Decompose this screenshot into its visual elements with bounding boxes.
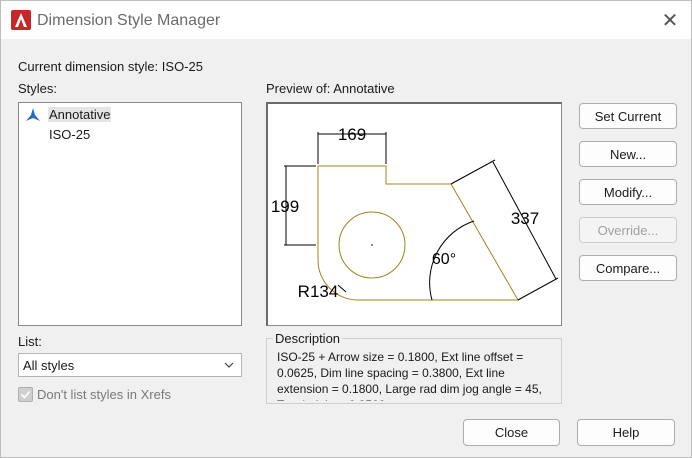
list-filter-value: All styles [23, 358, 75, 373]
annotative-icon [26, 108, 40, 121]
ext-line [517, 277, 559, 301]
set-current-button[interactable]: Set Current [579, 103, 677, 129]
modify-button[interactable]: Modify... [579, 179, 677, 205]
close-icon[interactable]: ✕ [659, 9, 681, 32]
current-style-label: Current dimension style: ISO-25 [18, 59, 203, 74]
ext-line [450, 159, 496, 185]
style-item-label: ISO-25 [49, 127, 91, 142]
list-label: List: [18, 334, 42, 349]
list-filter-select[interactable]: All styles [18, 353, 242, 377]
dim-text-left: 199 [271, 197, 299, 216]
close-button[interactable]: Close [463, 419, 560, 446]
styles-label: Styles: [18, 81, 58, 96]
description-legend: Description [273, 331, 343, 346]
autocad-logo-icon [11, 10, 31, 30]
title-bar: Dimension Style Manager ✕ [1, 1, 691, 39]
override-button[interactable]: Override... [579, 217, 677, 243]
part-outline [317, 165, 519, 301]
style-item-annotative[interactable]: Annotative [19, 105, 241, 125]
preview-label: Preview of: Annotative [266, 81, 395, 96]
new-button[interactable]: New... [579, 141, 677, 167]
xrefs-checkbox-label: Don't list styles in Xrefs [37, 387, 171, 402]
description-group: Description ISO-25 + Arrow size = 0.1800… [266, 331, 562, 404]
dim-text-angle: 60° [432, 251, 456, 268]
window-title: Dimension Style Manager [37, 12, 221, 29]
style-item-label: Annotative [48, 107, 112, 122]
leader-line [337, 284, 347, 293]
preview-drawing: 169 199 337 60° R134 [271, 125, 559, 301]
style-item-iso-25[interactable]: ISO-25 [19, 125, 241, 145]
dimension-style-manager-dialog: Dimension Style Manager ✕ Current dimens… [0, 0, 692, 458]
styles-list[interactable]: Annotative ISO-25 [18, 102, 242, 326]
dim-text-radius: R134 [298, 282, 339, 301]
dimension-preview: 169 199 337 60° R134 [266, 102, 562, 326]
xrefs-checkbox[interactable] [18, 387, 33, 402]
checkmark-icon [20, 390, 31, 399]
dim-text-top: 169 [338, 125, 366, 144]
hole-center [371, 244, 373, 246]
chevron-down-icon [224, 362, 234, 368]
help-button[interactable]: Help [577, 419, 675, 446]
description-text: ISO-25 + Arrow size = 0.1800, Ext line o… [277, 350, 542, 401]
compare-button[interactable]: Compare... [579, 255, 677, 281]
dim-text-diag: 337 [511, 209, 539, 228]
